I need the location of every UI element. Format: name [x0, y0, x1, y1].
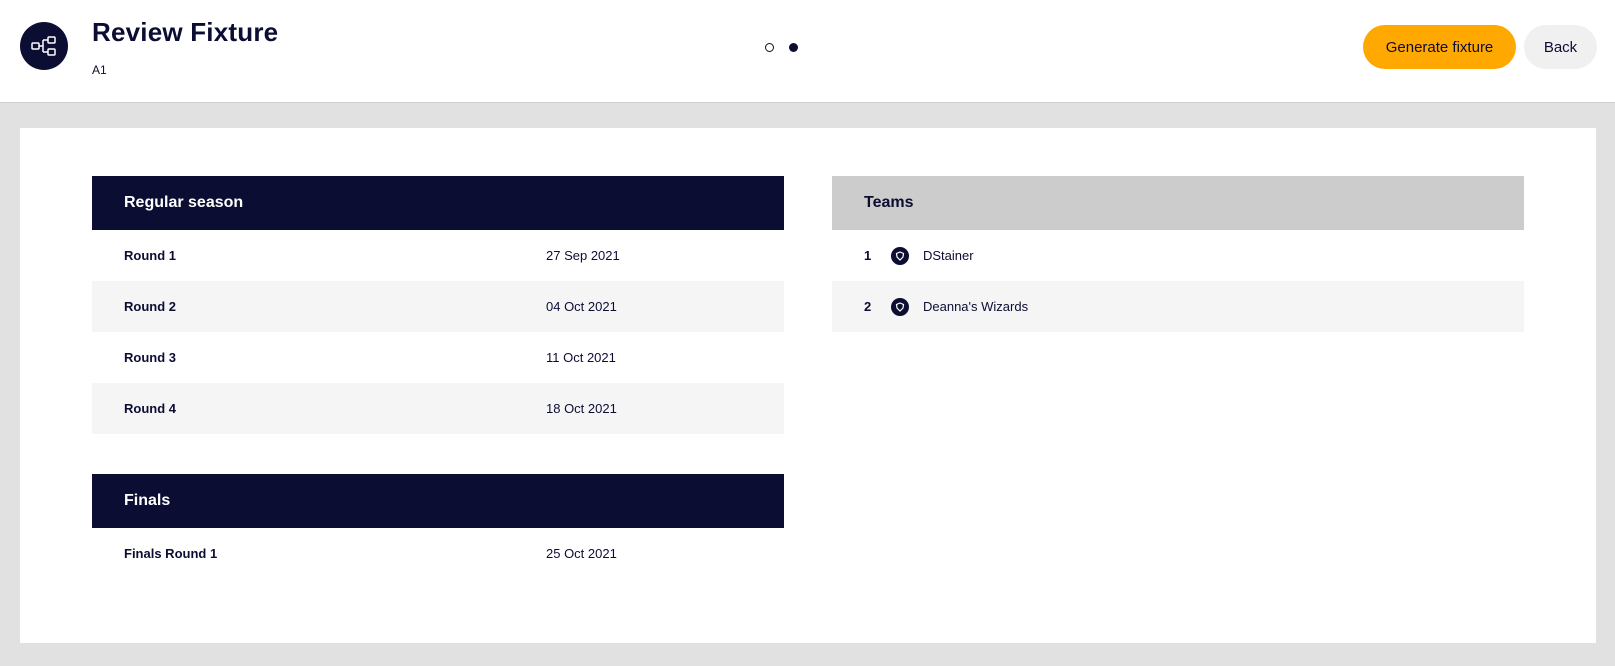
regular-season-header: Regular season	[92, 176, 784, 230]
round-label: Round 1	[124, 248, 176, 263]
team-name: DStainer	[923, 248, 974, 263]
team-badge-icon	[891, 246, 909, 265]
team-number: 1	[864, 248, 872, 263]
round-row: Round 1 27 Sep 2021	[92, 230, 784, 281]
team-name: Deanna's Wizards	[923, 299, 1029, 314]
round-date: 11 Oct 2021	[546, 350, 616, 365]
team-row: 1 DStainer	[832, 230, 1524, 281]
step-dot-1[interactable]	[765, 43, 774, 52]
regular-season-panel: Regular season Round 1 27 Sep 2021 Round…	[92, 176, 784, 434]
team-badge-icon	[891, 297, 909, 316]
team-number: 2	[864, 299, 872, 314]
page-subtitle: A1	[92, 63, 107, 77]
back-button[interactable]: Back	[1524, 25, 1597, 69]
page-header: Review Fixture A1 Generate fixture Back	[0, 0, 1615, 103]
step-indicator	[765, 43, 798, 52]
round-row: Round 2 04 Oct 2021	[92, 281, 784, 332]
round-row: Round 4 18 Oct 2021	[92, 383, 784, 434]
round-date: 25 Oct 2021	[546, 546, 617, 561]
round-date: 27 Sep 2021	[546, 248, 620, 263]
round-label: Finals Round 1	[124, 546, 218, 561]
round-row: Finals Round 1 25 Oct 2021	[92, 528, 784, 579]
page-title: Review Fixture	[92, 17, 279, 47]
round-label: Round 2	[124, 299, 176, 314]
round-label: Round 4	[124, 401, 176, 416]
finals-panel: Finals Finals Round 1 25 Oct 2021	[92, 474, 784, 579]
fixture-review-card: Regular season Round 1 27 Sep 2021 Round…	[20, 128, 1596, 643]
teams-header: Teams	[832, 176, 1524, 230]
round-date: 04 Oct 2021	[546, 299, 617, 314]
round-label: Round 3	[124, 350, 176, 365]
generate-fixture-button[interactable]: Generate fixture	[1363, 25, 1516, 69]
team-row: 2 Deanna's Wizards	[832, 281, 1524, 332]
step-dot-2[interactable]	[789, 43, 798, 52]
fixture-tree-icon	[20, 22, 68, 70]
teams-panel: Teams 1 DStainer 2 Deanna's Wizards	[832, 176, 1524, 332]
round-date: 18 Oct 2021	[546, 401, 617, 416]
finals-header: Finals	[92, 474, 784, 528]
round-row: Round 3 11 Oct 2021	[92, 332, 784, 383]
